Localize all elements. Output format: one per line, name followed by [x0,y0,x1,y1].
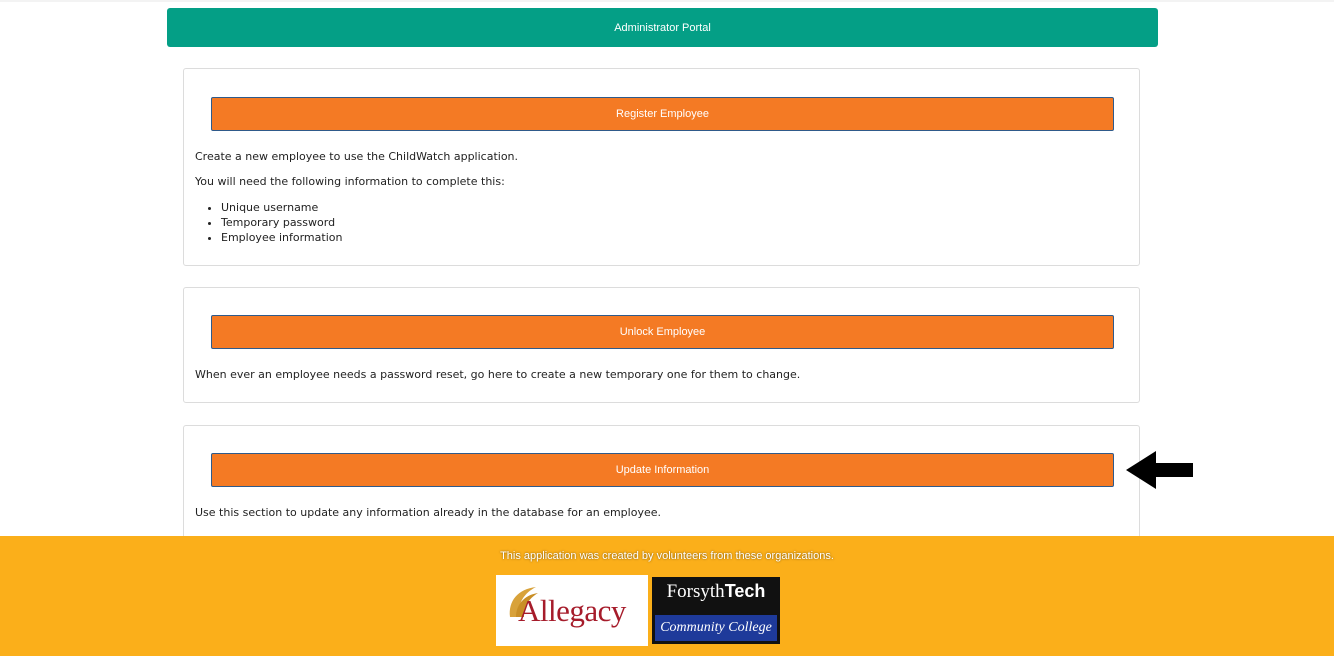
forsyth-college-label: Community College [660,620,772,635]
unlock-description: When ever an employee needs a password r… [195,368,801,381]
unlock-employee-button-label: Unlock Employee [619,326,706,338]
unlock-employee-button[interactable]: Unlock Employee [211,315,1114,349]
page-title: Administrator Portal [614,21,711,34]
register-employee-button-label: Register Employee [616,108,709,120]
list-item: Temporary password [221,215,342,230]
allegacy-wordmark: Allegacy [518,593,626,628]
forsyth-tech: Tech [724,581,766,601]
arrow-left-icon [1126,451,1193,489]
top-divider [0,0,1334,2]
requirements-list: Unique username Temporary password Emplo… [195,200,342,245]
page-title-bar: Administrator Portal [167,8,1158,47]
update-information-button-label: Update Information [615,464,710,476]
list-item: Unique username [221,200,342,215]
forsyth-tech-logo[interactable]: ForsythTech Community College [652,577,780,644]
list-item: Employee information [221,230,342,245]
register-requirements-intro: You will need the following information … [195,175,505,188]
register-description: Create a new employee to use the ChildWa… [195,150,519,163]
footer-credits: This application was created by voluntee… [500,550,834,562]
forsyth-college-band: Community College [655,615,777,641]
forsyth-wordmark: ForsythTech [652,581,780,603]
register-employee-button[interactable]: Register Employee [211,97,1114,131]
register-employee-card: Register Employee Create a new employee … [183,68,1140,266]
update-description: Use this section to update any informati… [195,506,661,519]
forsyth-name: Forsyth [666,581,725,602]
update-information-button[interactable]: Update Information [211,453,1114,487]
footer: This application was created by voluntee… [0,536,1334,656]
allegacy-logo[interactable]: Allegacy [496,575,648,646]
unlock-employee-card: Unlock Employee When ever an employee ne… [183,287,1140,403]
